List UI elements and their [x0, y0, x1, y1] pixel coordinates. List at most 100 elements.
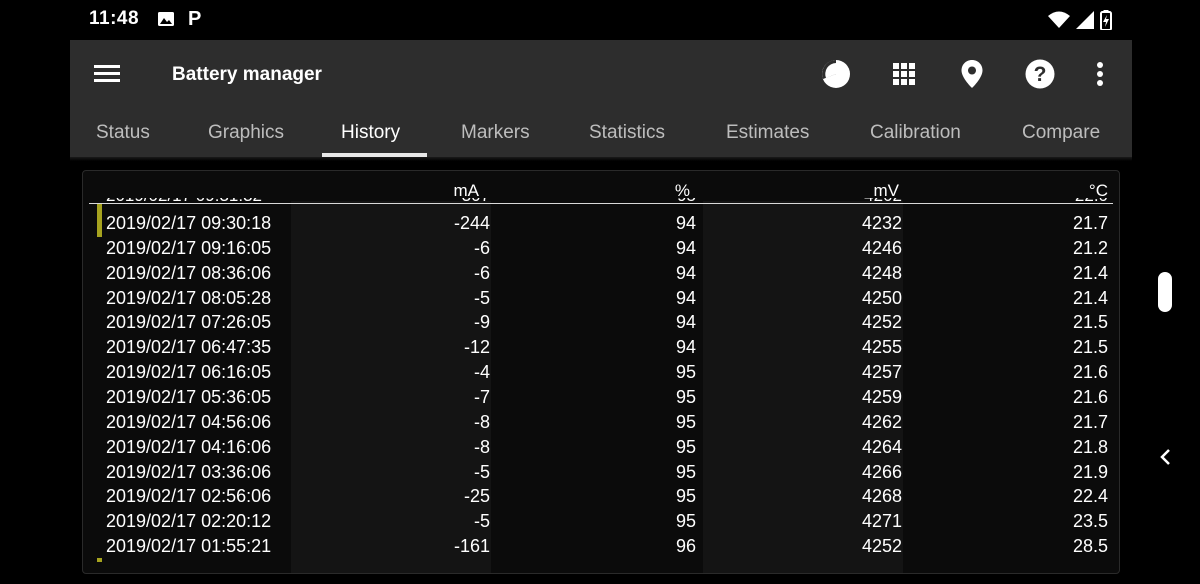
cell-ma: -161 [453, 536, 490, 557]
table-row[interactable]: 2019/02/17 07:26:05 -9 94 4252 21.5 [83, 312, 1119, 337]
cell-date: 2019/02/17 06:47:35 [106, 337, 272, 358]
cell-date: 2019/02/17 02:56:06 [106, 486, 272, 507]
cell-date: 2019/02/17 04:16:06 [106, 436, 272, 457]
cell-temp: 28.5 [1072, 536, 1108, 557]
cell-mv: 4262 [861, 411, 902, 432]
cell-date: 2019/02/17 01:55:21 [106, 536, 272, 557]
cell-ma: -4 [473, 362, 490, 383]
cell-mv: 4266 [861, 461, 902, 482]
tab-calibration[interactable]: Calibration [870, 122, 961, 144]
cell-ma: -5 [473, 511, 490, 532]
tab-statistics[interactable]: Statistics [589, 122, 665, 144]
cell-mv: 4259 [861, 386, 902, 407]
tab-bar: Status Graphics History Markers Statisti… [70, 120, 1132, 157]
cell-percent: 94 [675, 312, 696, 333]
cell-date: 2019/02/17 08:05:28 [106, 287, 272, 308]
cell-temp: 21.5 [1072, 312, 1108, 333]
cell-mv: 4257 [861, 362, 902, 383]
table-row[interactable]: 2019/02/17 08:36:06 -6 94 4248 21.4 [83, 263, 1119, 288]
app-bar-shadow [70, 157, 1132, 161]
cell-temp: 21.6 [1072, 362, 1108, 383]
cell-temp: 21.4 [1072, 262, 1108, 283]
cell-date: 2019/02/17 07:26:05 [106, 312, 272, 333]
cell-ma: -25 [463, 486, 490, 507]
cell-date: 2019/02/17 09:16:05 [106, 237, 272, 258]
cell-ma: -8 [473, 411, 490, 432]
app-title: Battery manager [172, 64, 322, 85]
tab-markers[interactable]: Markers [461, 122, 530, 144]
tab-status[interactable]: Status [96, 122, 150, 144]
tab-compare[interactable]: Compare [1022, 122, 1100, 144]
p-app-icon: P [188, 8, 202, 30]
table-row[interactable]: 2019/02/17 08:05:28 -5 94 4250 21.4 [83, 288, 1119, 313]
cell-mv: 4252 [861, 312, 902, 333]
cell-date: 2019/02/17 08:36:06 [106, 262, 272, 283]
cell-percent: 95 [675, 436, 696, 457]
table-row[interactable]: 2019/02/17 06:47:35 -12 94 4255 21.5 [83, 337, 1119, 362]
cell-temp: 21.5 [1072, 337, 1108, 358]
cell-mv: 4250 [861, 287, 902, 308]
apps-grid-icon[interactable] [888, 58, 920, 90]
signal-icon [1076, 11, 1094, 29]
tab-history[interactable]: History [341, 122, 400, 144]
tab-estimates[interactable]: Estimates [726, 122, 809, 144]
image-icon [158, 12, 174, 26]
cell-temp: 22.4 [1072, 486, 1108, 507]
app-bar: Battery manager ? Status Graphics Histor… [70, 40, 1132, 157]
cell-percent: 95 [675, 411, 696, 432]
cell-mv: 4255 [861, 337, 902, 358]
more-vert-icon[interactable] [1084, 58, 1116, 90]
cell-ma: -244 [453, 213, 490, 233]
cell-percent: 95 [675, 362, 696, 383]
home-pill-icon[interactable] [1158, 272, 1172, 312]
cell-ma: -8 [473, 436, 490, 457]
table-row[interactable]: 2019/02/17 02:56:06 -25 95 4268 22.4 [83, 486, 1119, 511]
table-row[interactable]: 2019/02/17 03:36:06 -5 95 4266 21.9 [83, 462, 1119, 487]
status-bar: 11:48 P [0, 0, 1200, 40]
battery-charging-icon [1100, 10, 1112, 30]
table-row[interactable]: 2019/02/17 06:16:05 -4 95 4257 21.6 [83, 362, 1119, 387]
cell-ma: -6 [473, 262, 490, 283]
cell-temp: 21.4 [1072, 287, 1108, 308]
cell-mv: 4264 [861, 436, 902, 457]
cell-ma: -12 [463, 337, 490, 358]
cell-ma: -5 [473, 461, 490, 482]
cell-ma: -9 [473, 312, 490, 333]
wifi-icon [1048, 11, 1070, 28]
cell-percent: 94 [675, 213, 696, 233]
cell-percent: 94 [675, 287, 696, 308]
cell-date: 2019/02/17 05:36:05 [106, 386, 272, 407]
location-pin-icon[interactable] [956, 58, 988, 90]
cell-temp: 21.6 [1072, 386, 1108, 407]
table-row[interactable]: 2019/02/17 09:30:18 -244 94 4232 21.7 [83, 213, 1119, 238]
table-row[interactable]: 2019/02/17 05:36:05 -7 95 4259 21.6 [83, 387, 1119, 412]
table-row[interactable]: 2019/02/17 04:56:06 -8 95 4262 21.7 [83, 412, 1119, 437]
cell-temp: 21.8 [1072, 436, 1108, 457]
cell-percent: 94 [675, 237, 696, 258]
cell-percent: 96 [675, 536, 696, 557]
status-time: 11:48 [89, 8, 140, 29]
tab-graphics[interactable]: Graphics [208, 122, 284, 144]
menu-icon[interactable] [94, 62, 124, 88]
marker-indicator-small [97, 558, 102, 562]
table-row[interactable]: 2019/02/17 01:55:21 -161 96 4252 28.5 [83, 536, 1119, 561]
status-right-icons [1048, 10, 1112, 30]
cell-date: 2019/02/17 06:16:05 [106, 362, 272, 383]
cell-mv: 4271 [861, 511, 902, 532]
help-icon[interactable]: ? [1024, 58, 1056, 90]
table-row[interactable]: 2019/02/17 09:16:05 -6 94 4246 21.2 [83, 238, 1119, 263]
pie-chart-icon[interactable] [820, 58, 852, 90]
cell-mv: 4252 [861, 536, 902, 557]
cell-date: 2019/02/17 03:36:06 [106, 461, 272, 482]
table-row[interactable]: 2019/02/17 02:20:12 -5 95 4271 23.5 [83, 511, 1119, 536]
cell-temp: 21.7 [1072, 411, 1108, 432]
cell-mv: 4232 [861, 213, 902, 233]
header-divider [89, 203, 1113, 204]
cell-percent: 95 [675, 511, 696, 532]
back-chevron-icon[interactable] [1156, 446, 1176, 468]
cell-temp: 21.2 [1072, 237, 1108, 258]
table-row[interactable]: 2019/02/17 04:16:06 -8 95 4264 21.8 [83, 437, 1119, 462]
history-table[interactable]: mA % mV °C 2019/02/17 09:31:32 -307 95 4… [82, 170, 1120, 574]
cell-temp: 23.5 [1072, 511, 1108, 532]
cell-ma: -6 [473, 237, 490, 258]
